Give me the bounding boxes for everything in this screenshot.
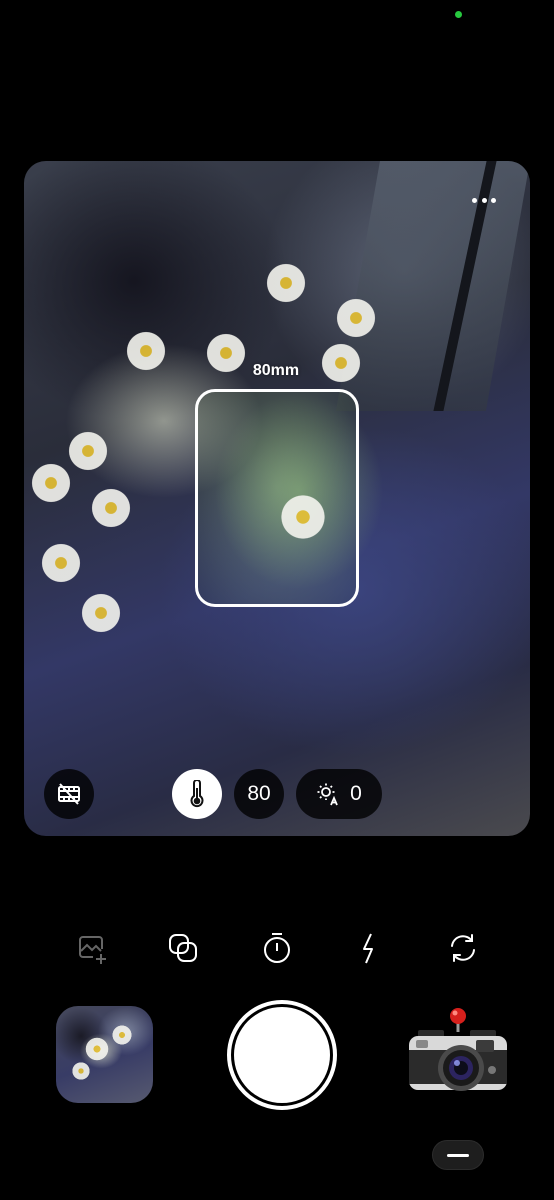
timer-icon (264, 933, 290, 963)
focal-length-label: 80mm (252, 362, 300, 379)
flip-camera-button[interactable] (440, 925, 486, 971)
viewfinder-scene-flower (29, 461, 73, 505)
exposure-auto-icon (317, 783, 338, 806)
viewfinder-scene-flower (278, 492, 328, 542)
temperature-icon (190, 780, 204, 808)
thumbnail-scene-flower (111, 1024, 133, 1046)
film-off-button[interactable] (44, 769, 94, 819)
retro-camera-icon (409, 1008, 507, 1091)
more-icon[interactable] (472, 196, 496, 204)
exposure-value: 0 (350, 782, 362, 805)
flip-camera-icon (451, 934, 475, 962)
viewfinder-scene-flower (334, 296, 378, 340)
thumbnail-scene-flower (71, 1061, 91, 1081)
camera-model-button[interactable] (406, 1006, 510, 1096)
thumbnail-scene-flower (84, 1036, 110, 1062)
viewfinder-scene-flower (319, 341, 363, 385)
viewfinder-scene-flower (264, 261, 308, 305)
focal-crop-frame (195, 389, 359, 607)
film-off-icon (58, 783, 80, 805)
focal-length-value: 80 (247, 782, 271, 805)
collapse-handle-button[interactable] (432, 1140, 484, 1170)
viewfinder-scene-window (335, 161, 530, 411)
viewfinder-scene-flower (124, 329, 168, 373)
overlay-button[interactable] (160, 925, 206, 971)
viewfinder-scene-flower (79, 591, 123, 635)
overlay-icon (169, 934, 197, 962)
viewfinder-scene-flower (39, 541, 83, 585)
shutter-button-inner (234, 1007, 330, 1103)
minus-icon (447, 1153, 469, 1157)
last-photo-thumbnail[interactable] (56, 1006, 153, 1103)
flash-button[interactable] (346, 925, 392, 971)
focal-length-button[interactable]: 80 (234, 769, 284, 819)
gallery-add-button[interactable] (68, 925, 114, 971)
flash-icon (363, 933, 373, 964)
camera-viewfinder[interactable]: 80mm 80 0 (24, 161, 530, 836)
shutter-button[interactable] (227, 1000, 337, 1110)
exposure-button[interactable]: 0 (296, 769, 382, 819)
viewfinder-scene-flower (89, 486, 133, 530)
camera-tool-row (0, 925, 554, 971)
status-indicator-dot (455, 11, 462, 18)
timer-button[interactable] (254, 925, 300, 971)
gallery-add-icon (79, 936, 106, 964)
viewfinder-scene-flower (204, 331, 248, 375)
viewfinder-scene-flower (66, 429, 110, 473)
temperature-button[interactable] (172, 769, 222, 819)
